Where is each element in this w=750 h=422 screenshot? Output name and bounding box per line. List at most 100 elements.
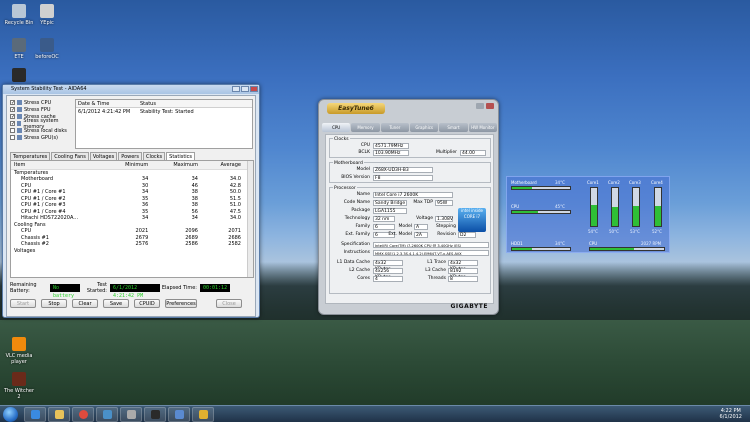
desktop-icon-unnamed[interactable] bbox=[2, 68, 36, 84]
tab-powers[interactable]: Powers bbox=[118, 152, 142, 160]
close-button[interactable]: Close bbox=[216, 299, 242, 308]
test-started-value: 6/1/2012 4:21:42 PM bbox=[110, 284, 160, 299]
taskbar-clock[interactable]: 4:22 PM 6/1/2012 bbox=[720, 408, 742, 420]
col-item[interactable]: Item bbox=[11, 161, 107, 170]
clocks-section: Clocks CPU 4571.79MHz BCLK 103.90MHz Mul… bbox=[329, 137, 491, 158]
aida-button-row: Start Stop Clear Save CPUID Preferences … bbox=[10, 299, 254, 309]
motherboard-temp-bar bbox=[511, 186, 571, 190]
taskbar-steam[interactable] bbox=[144, 407, 166, 422]
log-header-date[interactable]: Date & Time bbox=[76, 100, 138, 107]
vlc-cone-icon bbox=[12, 337, 26, 351]
start-button[interactable]: Start bbox=[10, 299, 36, 308]
tab-graphics[interactable]: Graphics bbox=[409, 123, 439, 132]
log-row[interactable]: 6/1/2012 4:21:42 PM Stability Test: Star… bbox=[76, 108, 252, 116]
checkbox[interactable]: ✓ bbox=[10, 107, 15, 113]
checkbox[interactable] bbox=[10, 128, 15, 133]
tab-memory[interactable]: Memory bbox=[351, 123, 380, 132]
aida-tabs: Temperatures Cooling Fans Voltages Power… bbox=[10, 152, 196, 160]
stress-fpu-option[interactable]: ✓ Stress FPU bbox=[10, 106, 74, 113]
vertical-scrollbar[interactable] bbox=[247, 161, 253, 277]
taskbar-network[interactable] bbox=[120, 407, 142, 422]
stress-memory-option[interactable]: ✓ Stress system memory bbox=[10, 118, 74, 130]
easytune-cpu-panel: Clocks CPU 4571.79MHz BCLK 103.90MHz Mul… bbox=[325, 134, 494, 304]
desktop-icon-vlc[interactable]: VLC media player bbox=[2, 337, 36, 365]
minimize-button[interactable] bbox=[476, 103, 484, 109]
aida-titlebar[interactable]: System Stability Test - AIDA64 bbox=[3, 85, 259, 94]
tab-tuner[interactable]: Tuner bbox=[380, 123, 409, 132]
save-button[interactable]: Save bbox=[103, 299, 129, 308]
folder-icon bbox=[54, 410, 64, 419]
tab-cpu[interactable]: CPU bbox=[322, 123, 351, 132]
desktop-icon-witcher[interactable]: The Witcher 2 bbox=[2, 372, 36, 400]
core2-temp-bar bbox=[611, 187, 619, 227]
tab-hw-monitor[interactable]: HW Monitor bbox=[468, 123, 497, 132]
col-average[interactable]: Average bbox=[203, 161, 247, 170]
table-group-row[interactable]: Temperatures bbox=[11, 169, 247, 176]
game-icon bbox=[12, 372, 26, 386]
instructions-value: MMX,SSE(1,2,3,3S,4.1,4.2),EM64T,VT-x,AES… bbox=[373, 250, 489, 256]
desktop-icon-yepic[interactable]: YEpic bbox=[30, 4, 64, 26]
cpuid-button[interactable]: CPUID bbox=[134, 299, 160, 308]
taskbar-chrome[interactable] bbox=[72, 407, 94, 422]
cpu-clock-value: 4571.79MHz bbox=[373, 143, 409, 149]
checkbox[interactable] bbox=[10, 135, 15, 140]
aida64-icon bbox=[174, 410, 184, 419]
clear-button[interactable]: Clear bbox=[72, 299, 98, 308]
bclk-value: 103.90MHz bbox=[373, 150, 409, 156]
steam-icon bbox=[150, 410, 160, 419]
stop-button[interactable]: Stop bbox=[41, 299, 67, 308]
hdd-temp-bar bbox=[511, 247, 571, 251]
taskbar-easytune[interactable] bbox=[192, 407, 214, 422]
cpu-fan-bar bbox=[589, 247, 665, 251]
tab-cooling-fans[interactable]: Cooling Fans bbox=[51, 152, 89, 160]
taskbar-explorer[interactable] bbox=[48, 407, 70, 422]
media-player-icon bbox=[102, 410, 112, 419]
table-group-row[interactable]: Voltages bbox=[11, 248, 247, 255]
taskbar-media[interactable] bbox=[96, 407, 118, 422]
gpu-icon bbox=[17, 135, 22, 140]
col-maximum[interactable]: Maximum bbox=[154, 161, 204, 170]
tab-temperatures[interactable]: Temperatures bbox=[10, 152, 51, 160]
col-minimum[interactable]: Minimum bbox=[107, 161, 155, 170]
tab-statistics[interactable]: Statistics bbox=[166, 152, 196, 160]
aida-stability-window[interactable]: System Stability Test - AIDA64 ✓ Stress C… bbox=[2, 84, 260, 318]
preferences-button[interactable]: Preferences bbox=[165, 299, 197, 308]
recycle-bin-icon bbox=[12, 4, 26, 18]
checkbox[interactable]: ✓ bbox=[10, 100, 15, 106]
easytune-logo: EasyTune6 bbox=[327, 103, 385, 114]
bios-version-value: F8 bbox=[373, 175, 433, 181]
wallpaper-field bbox=[0, 320, 750, 406]
close-window-button[interactable] bbox=[486, 103, 494, 109]
app-icon bbox=[12, 68, 26, 82]
aida-status-bar: Remaining Battery: No battery Test Start… bbox=[10, 282, 254, 299]
minimize-button[interactable] bbox=[232, 86, 240, 92]
tab-voltages[interactable]: Voltages bbox=[89, 152, 118, 160]
checkbox[interactable]: ✓ bbox=[10, 114, 15, 120]
cpu-clock-row: CPU 4571.79MHz bbox=[330, 143, 490, 150]
event-log[interactable]: Date & Time Status 6/1/2012 4:21:42 PM S… bbox=[75, 99, 253, 149]
aida-content: ✓ Stress CPU ✓ Stress FPU ✓ Stress cache ✓ S… bbox=[6, 95, 256, 317]
easytune-window[interactable]: EasyTune6 CPU Memory Tuner Graphics Smar… bbox=[318, 99, 499, 315]
cpu-temp-bar bbox=[511, 210, 571, 214]
stress-gpu-option[interactable]: Stress GPU(s) bbox=[10, 134, 74, 141]
cpu-icon bbox=[17, 100, 22, 105]
specification-value: Intel(R) Core(TM) i7-2600K CPU @ 3.40GHz… bbox=[373, 242, 489, 248]
stress-disks-option[interactable]: Stress local disks bbox=[10, 127, 74, 134]
taskbar-aida[interactable] bbox=[168, 407, 190, 422]
hw-monitor-gadget[interactable]: Motherboard 34°C CPU 45°C HDD1 34°C Core… bbox=[506, 176, 670, 253]
tab-smart[interactable]: Smart bbox=[439, 123, 468, 132]
maximize-button[interactable] bbox=[241, 86, 249, 92]
start-button[interactable] bbox=[3, 407, 18, 422]
taskbar-ie[interactable] bbox=[24, 407, 46, 422]
cpu-name-value: Intel Core i7 2600K bbox=[373, 192, 453, 198]
checkbox[interactable]: ✓ bbox=[10, 121, 15, 127]
desktop-icon-beforeoc[interactable]: beforeOC bbox=[30, 38, 64, 60]
log-header-status[interactable]: Status bbox=[138, 100, 248, 107]
close-window-button[interactable] bbox=[250, 86, 258, 92]
tab-clocks[interactable]: Clocks bbox=[142, 152, 166, 160]
core1-temp-bar bbox=[590, 187, 598, 227]
stress-cpu-option[interactable]: ✓ Stress CPU bbox=[10, 99, 74, 106]
disk-icon bbox=[17, 128, 22, 133]
taskbar: 4:22 PM 6/1/2012 bbox=[0, 405, 750, 422]
statistics-table[interactable]: Item Minimum Maximum Average Temperature… bbox=[10, 160, 254, 278]
